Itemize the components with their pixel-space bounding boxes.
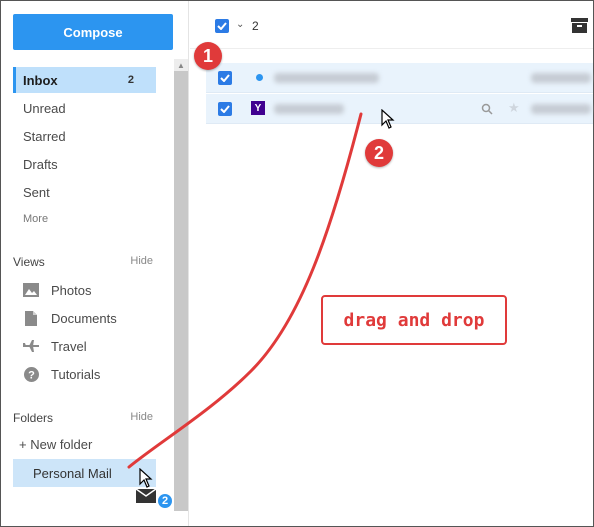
drag-path-arrow — [127, 112, 363, 469]
mouse-cursor-icon — [381, 108, 395, 134]
drag-and-drop-annotation: drag and drop — [321, 295, 507, 345]
drag-count-badge: 2 — [156, 492, 174, 510]
annotation-text: drag and drop — [343, 309, 485, 331]
envelope-drag-icon — [135, 488, 157, 508]
